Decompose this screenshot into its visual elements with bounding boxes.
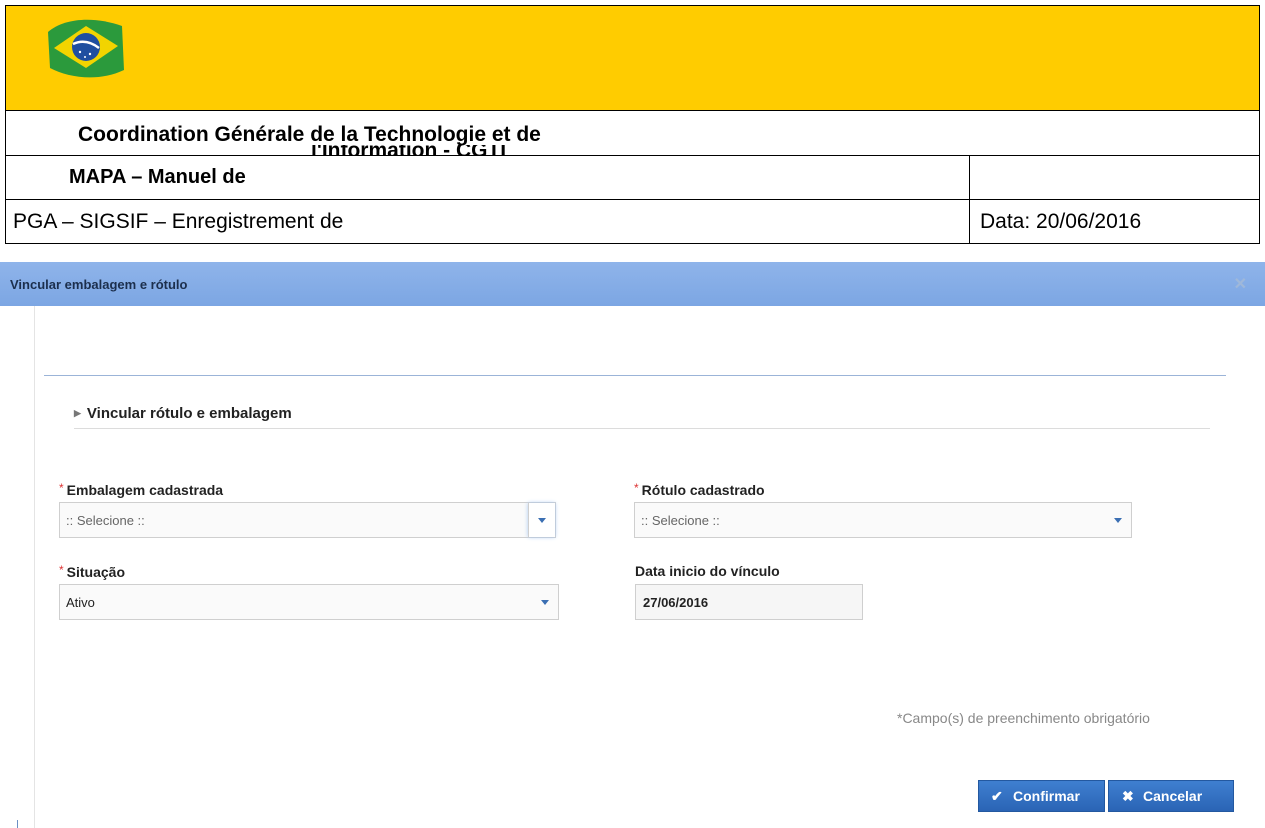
section-separator bbox=[74, 428, 1210, 429]
cancel-label: Cancelar bbox=[1143, 788, 1203, 804]
situacao-select[interactable]: Ativo bbox=[59, 584, 559, 620]
section-title: Vincular rótulo e embalagem bbox=[86, 405, 292, 422]
required-fields-note: *Campo(s) de preenchimento obrigatório bbox=[897, 710, 1150, 726]
brazil-flag-logo bbox=[48, 19, 124, 78]
dialog-left-border bbox=[34, 306, 35, 828]
caret-right-icon: ▶ bbox=[74, 408, 81, 418]
dialog-title: Vincular embalagem e rótulo bbox=[10, 277, 188, 292]
link-dialog: Vincular embalagem e rótulo ✕ ▶ Vincular … bbox=[0, 262, 1265, 828]
top-separator bbox=[44, 375, 1226, 376]
rotulo-select-value: :: Selecione :: bbox=[641, 513, 720, 528]
cancel-button[interactable]: ✖ Cancelar bbox=[1108, 780, 1234, 812]
chevron-down-icon[interactable] bbox=[532, 585, 558, 619]
cursor-mark bbox=[17, 820, 18, 828]
data-inicio-label: Data inicio do vínculo bbox=[635, 563, 780, 579]
embalagem-label: * Embalagem cadastrada bbox=[59, 481, 223, 498]
embalagem-select-value: :: Selecione :: bbox=[66, 513, 145, 528]
situacao-label: * Situação bbox=[59, 563, 125, 580]
embalagem-select[interactable]: :: Selecione :: bbox=[59, 502, 556, 538]
header-band bbox=[5, 5, 1260, 111]
pga-row: PGA – SIGSIF – Enregistrement de Data: 2… bbox=[5, 200, 1260, 244]
confirm-label: Confirmar bbox=[1013, 788, 1080, 804]
chevron-down-icon[interactable] bbox=[528, 503, 555, 537]
manual-empty-cell bbox=[969, 156, 1259, 199]
close-icon: ✖ bbox=[1122, 788, 1134, 804]
rotulo-select[interactable]: :: Selecione :: bbox=[634, 502, 1132, 538]
confirm-button[interactable]: ✔ Confirmar bbox=[978, 780, 1105, 812]
situacao-select-value: Ativo bbox=[66, 595, 95, 610]
check-icon: ✔ bbox=[991, 788, 1003, 804]
document-date: Data: 20/06/2016 bbox=[980, 210, 1142, 233]
required-marker: * bbox=[59, 563, 64, 577]
coordination-row: Coordination Générale de la Technologie … bbox=[5, 111, 1260, 156]
document-header: Coordination Générale de la Technologie … bbox=[5, 5, 1260, 244]
section-header[interactable]: ▶ Vincular rótulo e embalagem bbox=[74, 405, 292, 422]
required-marker: * bbox=[59, 481, 64, 495]
data-inicio-field: 27/06/2016 bbox=[635, 584, 863, 620]
manual-title: MAPA – Manuel de bbox=[69, 166, 246, 188]
coordination-title: Coordination Générale de la Technologie … bbox=[78, 123, 541, 146]
rotulo-label: * Rótulo cadastrado bbox=[634, 481, 765, 498]
dialog-titlebar: Vincular embalagem e rótulo ✕ bbox=[0, 262, 1265, 306]
close-icon[interactable]: ✕ bbox=[1234, 274, 1247, 294]
pga-title: PGA – SIGSIF – Enregistrement de bbox=[13, 210, 344, 233]
embalagem-label-text: Embalagem cadastrada bbox=[66, 482, 224, 498]
situacao-label-text: Situação bbox=[66, 564, 126, 580]
data-inicio-value: 27/06/2016 bbox=[643, 595, 709, 610]
rotulo-label-text: Rótulo cadastrado bbox=[641, 482, 765, 498]
manual-row: MAPA – Manuel de bbox=[5, 156, 1260, 200]
coordination-title-overflow: l'Information - CGTI bbox=[311, 145, 511, 156]
required-marker: * bbox=[634, 481, 639, 495]
chevron-down-icon[interactable] bbox=[1105, 503, 1131, 537]
